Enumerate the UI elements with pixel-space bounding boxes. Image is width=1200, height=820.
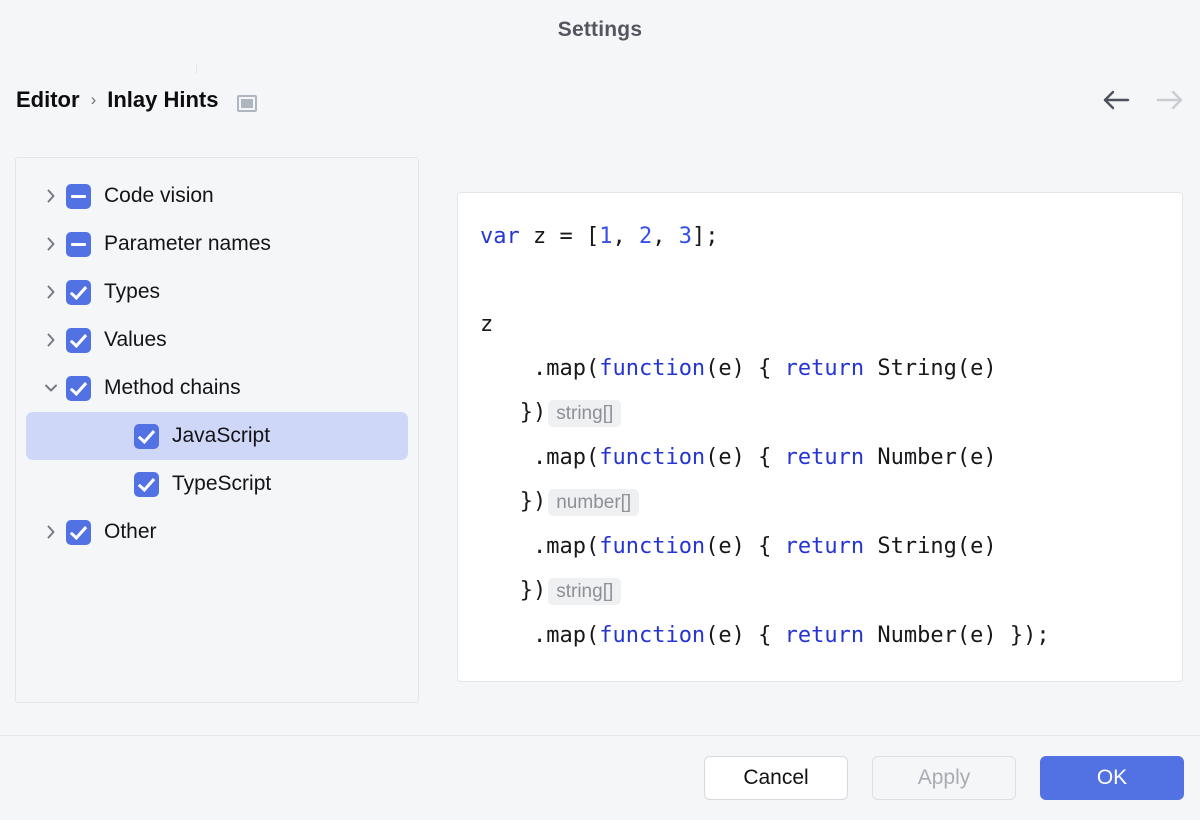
- inlay-hints-tree-panel[interactable]: Code vision Parameter names Types Values Met…: [15, 157, 419, 703]
- chevron-down-icon[interactable]: [36, 373, 66, 403]
- arrow-left-icon[interactable]: [1102, 85, 1132, 115]
- code-token: Number(e) });: [864, 623, 1049, 648]
- code-line: })string[]: [480, 391, 1164, 436]
- checkbox-checked-icon[interactable]: [66, 280, 91, 305]
- checkbox-indeterminate-icon[interactable]: [66, 184, 91, 209]
- code-token: String(e): [864, 356, 996, 381]
- twisty-spacer: [104, 421, 134, 451]
- code-preview-panel: var z = [1, 2, 3]; z .map(function(e) { …: [457, 192, 1183, 682]
- code-token: var: [480, 224, 520, 249]
- checkbox-indeterminate-icon[interactable]: [66, 232, 91, 257]
- code-token: }): [480, 489, 546, 514]
- tree-item-types[interactable]: Types: [26, 268, 408, 316]
- tree-item-label: Types: [104, 280, 160, 304]
- page-title: Settings: [0, 18, 1200, 42]
- tree-item-method-chains[interactable]: Method chains: [26, 364, 408, 412]
- code-token: Number(e): [864, 445, 996, 470]
- code-token: .map(: [480, 356, 599, 381]
- tree-item-label: Method chains: [104, 376, 241, 400]
- code-token: (e) {: [705, 534, 784, 559]
- tree-item-label: Other: [104, 520, 157, 544]
- code-token: return: [785, 356, 864, 381]
- breadcrumb-item-inlay-hints[interactable]: Inlay Hints: [107, 87, 218, 113]
- arrow-right-icon: [1154, 85, 1184, 115]
- dialog-footer: Cancel Apply OK: [0, 736, 1200, 820]
- code-token: 2: [639, 224, 652, 249]
- code-token: (e) {: [705, 623, 784, 648]
- code-token: 3: [679, 224, 692, 249]
- code-token: return: [785, 445, 864, 470]
- code-token: .map(: [480, 445, 599, 470]
- code-token: }): [480, 578, 546, 603]
- code-line: })number[]: [480, 480, 1164, 525]
- chevron-right-icon[interactable]: [36, 229, 66, 259]
- inlay-hint-preview-icon: [237, 95, 257, 112]
- inlay-hint-badge: number[]: [548, 489, 639, 516]
- inlay-hint-badge: string[]: [548, 578, 621, 605]
- code-token: function: [599, 534, 705, 559]
- navigation-arrows: [1102, 85, 1184, 115]
- code-line: .map(function(e) { return Number(e) });: [480, 614, 1164, 658]
- cancel-button[interactable]: Cancel: [704, 756, 848, 800]
- code-token: .map(: [480, 623, 599, 648]
- breadcrumb-tick-divider: [196, 64, 197, 74]
- checkbox-checked-icon[interactable]: [66, 376, 91, 401]
- code-line: .map(function(e) { return Number(e): [480, 436, 1164, 480]
- code-token: return: [785, 623, 864, 648]
- code-token: ];: [692, 224, 719, 249]
- chevron-right-icon[interactable]: [36, 325, 66, 355]
- code-token: .map(: [480, 534, 599, 559]
- tree-item-label: Parameter names: [104, 232, 271, 256]
- breadcrumb-bar: Editor › Inlay Hints: [16, 83, 1184, 117]
- code-token: String(e): [864, 534, 996, 559]
- code-token: function: [599, 445, 705, 470]
- chevron-right-icon[interactable]: [36, 517, 66, 547]
- code-token: (e) {: [705, 445, 784, 470]
- code-token: z: [480, 312, 493, 337]
- code-token: z = [: [520, 224, 599, 249]
- chevron-right-icon[interactable]: [36, 277, 66, 307]
- breadcrumb-item-editor[interactable]: Editor: [16, 87, 80, 113]
- code-line: z: [480, 303, 1164, 347]
- checkbox-checked-icon[interactable]: [66, 328, 91, 353]
- tree-item-label: TypeScript: [172, 472, 271, 496]
- tree-item-values[interactable]: Values: [26, 316, 408, 364]
- inlay-hint-badge: string[]: [548, 400, 621, 427]
- chevron-right-icon[interactable]: [36, 181, 66, 211]
- tree-item-javascript[interactable]: JavaScript: [26, 412, 408, 460]
- code-line: var z = [1, 2, 3];: [480, 215, 1164, 259]
- code-line: [480, 259, 1164, 303]
- tree-item-other[interactable]: Other: [26, 508, 408, 556]
- checkbox-checked-icon[interactable]: [66, 520, 91, 545]
- checkbox-checked-icon[interactable]: [134, 424, 159, 449]
- code-line: })string[]: [480, 569, 1164, 614]
- code-line: .map(function(e) { return String(e): [480, 525, 1164, 569]
- twisty-spacer: [104, 469, 134, 499]
- tree-item-parameter-names[interactable]: Parameter names: [26, 220, 408, 268]
- code-token: ,: [612, 224, 639, 249]
- tree-item-typescript[interactable]: TypeScript: [26, 460, 408, 508]
- ok-button[interactable]: OK: [1040, 756, 1184, 800]
- code-preview-lines: var z = [1, 2, 3]; z .map(function(e) { …: [480, 215, 1164, 658]
- code-token: 1: [599, 224, 612, 249]
- tree-item-label: JavaScript: [172, 424, 270, 448]
- breadcrumb-separator-icon: ›: [91, 90, 97, 110]
- code-token: function: [599, 623, 705, 648]
- code-token: (e) {: [705, 356, 784, 381]
- breadcrumb: Editor › Inlay Hints: [16, 87, 218, 113]
- tree-item-code-vision[interactable]: Code vision: [26, 172, 408, 220]
- code-token: return: [785, 534, 864, 559]
- code-token: ,: [652, 224, 679, 249]
- code-token: }): [480, 400, 546, 425]
- code-token: function: [599, 356, 705, 381]
- apply-button: Apply: [872, 756, 1016, 800]
- checkbox-checked-icon[interactable]: [134, 472, 159, 497]
- tree-item-label: Values: [104, 328, 167, 352]
- tree-item-label: Code vision: [104, 184, 214, 208]
- code-line: .map(function(e) { return String(e): [480, 347, 1164, 391]
